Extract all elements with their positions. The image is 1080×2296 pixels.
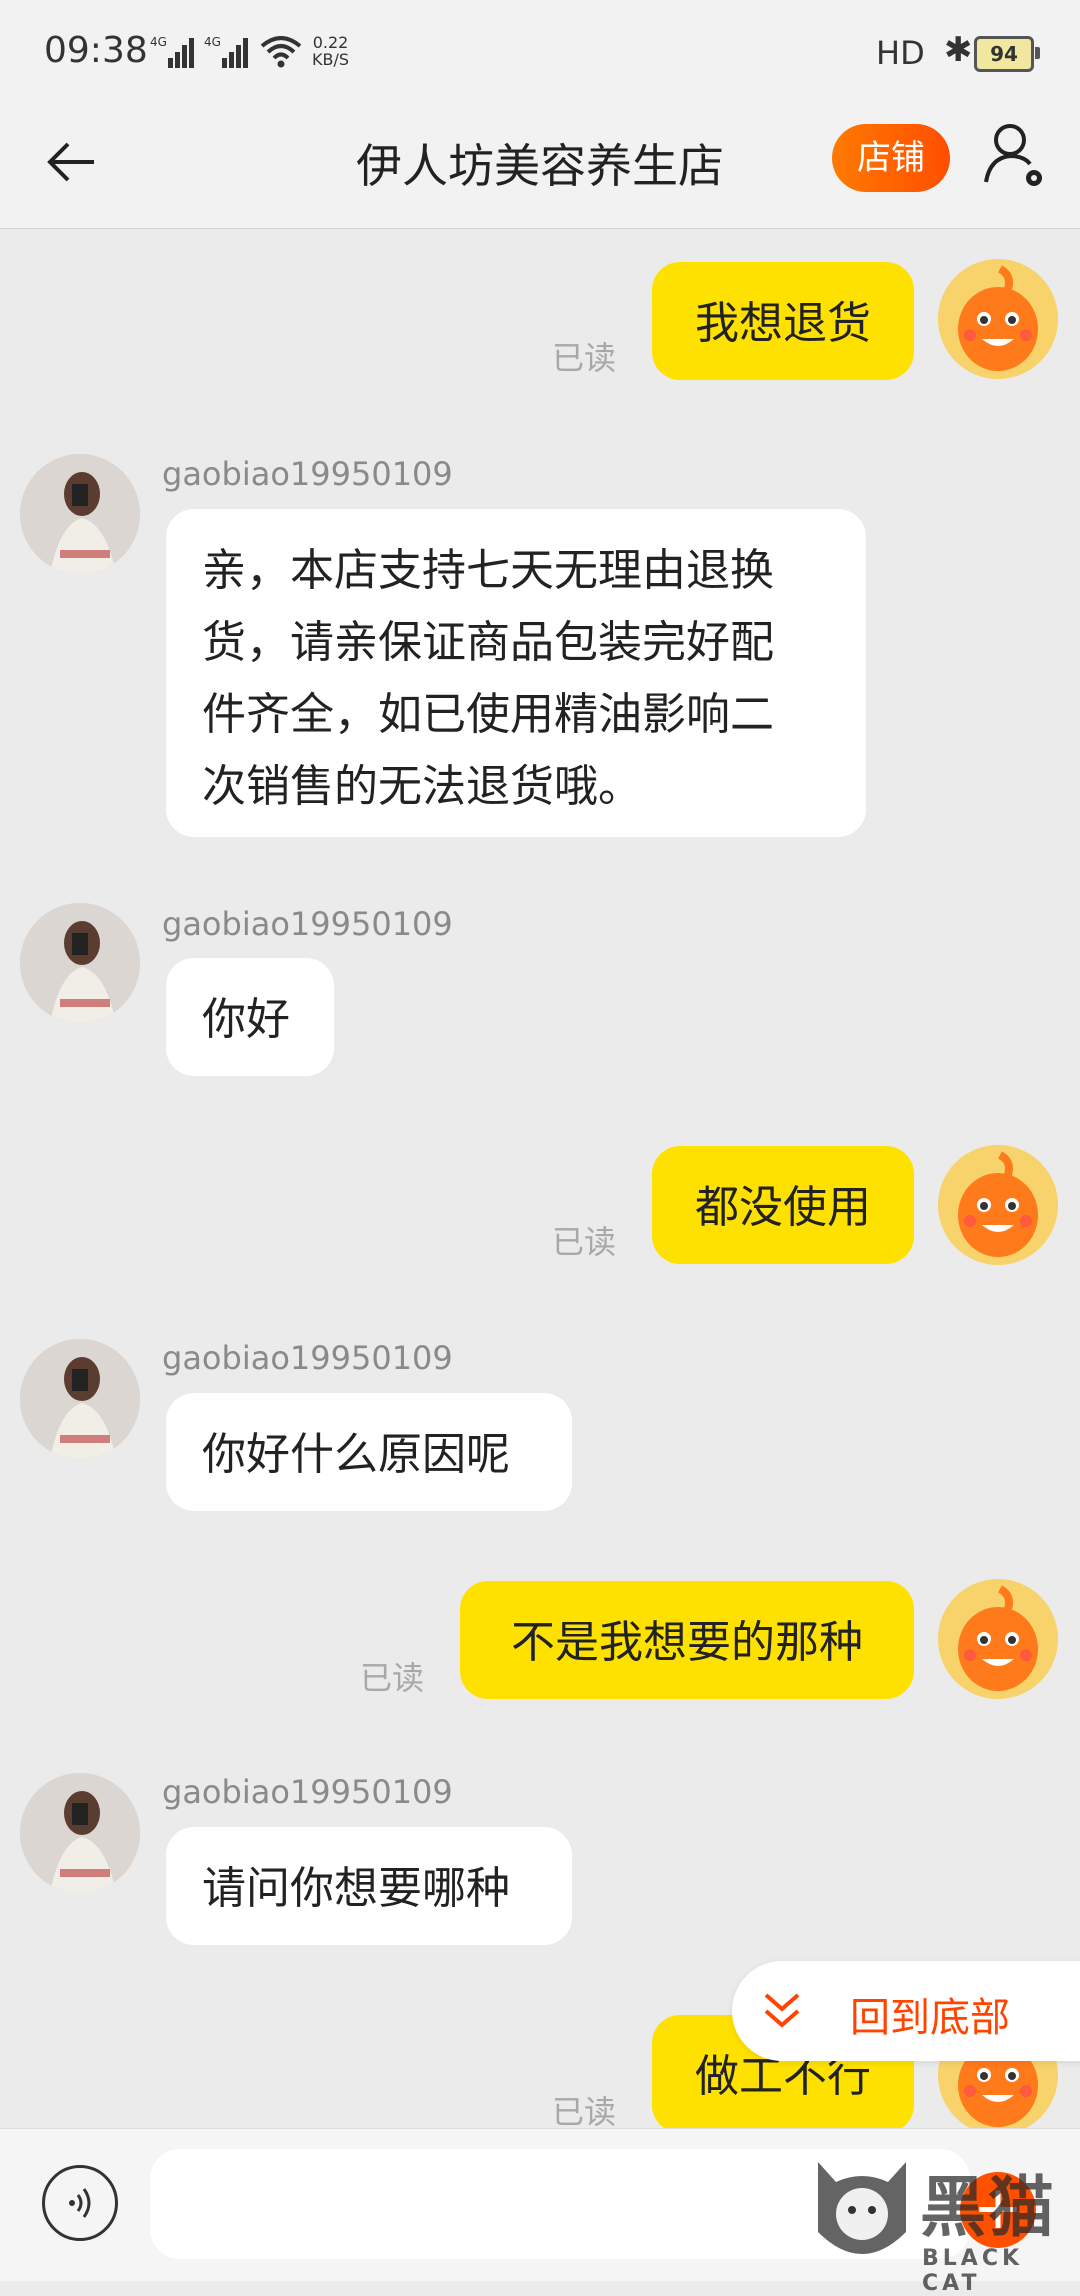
chat-area[interactable]: 我想退货 已读 gaobiao19950109 亲，本店支持七天无理由退换 货，… — [0, 229, 1080, 2135]
seller-avatar[interactable] — [20, 1339, 140, 1459]
svg-text:4G: 4G — [204, 35, 221, 49]
message-input[interactable] — [150, 2149, 970, 2259]
message-bubble-seller[interactable]: 你好什么原因呢 — [166, 1393, 572, 1511]
mascot-icon — [938, 259, 1058, 379]
sender-name: gaobiao19950109 — [162, 1339, 453, 1377]
message-line: 亲，本店支持七天无理由退换 — [202, 545, 774, 596]
sender-name: gaobiao19950109 — [162, 905, 453, 943]
status-bar: 09:38 4G 4G 0.22 KB/S HD ✱ 94 — [0, 0, 1080, 100]
network-speed: 0.22 KB/S — [312, 33, 350, 69]
seller-photo — [20, 1773, 140, 1893]
wifi-icon — [260, 36, 302, 68]
message-line: 件齐全，如已使用精油影响二 — [202, 689, 774, 740]
seller-avatar[interactable] — [20, 454, 140, 574]
my-avatar[interactable] — [938, 1145, 1058, 1265]
sender-name: gaobiao19950109 — [162, 455, 453, 493]
battery-indicator: 94 — [974, 36, 1040, 72]
mascot-icon — [938, 1579, 1058, 1699]
user-settings-icon[interactable] — [984, 120, 1048, 192]
voice-button[interactable] — [42, 2165, 118, 2241]
seller-photo — [20, 454, 140, 574]
my-avatar[interactable] — [938, 259, 1058, 379]
seller-avatar[interactable] — [20, 903, 140, 1023]
message-line: 次销售的无法退货哦。 — [202, 761, 642, 812]
mascot-icon — [938, 1145, 1058, 1265]
message-bubble-seller[interactable]: 亲，本店支持七天无理由退换 货，请亲保证商品包装完好配 件齐全，如已使用精油影响… — [166, 509, 866, 837]
my-avatar[interactable] — [938, 1579, 1058, 1699]
message-bubble-seller[interactable]: 你好 — [166, 958, 334, 1076]
sender-name: gaobiao19950109 — [162, 1773, 453, 1811]
voice-icon — [69, 2188, 91, 2218]
message-bubble-mine[interactable]: 都没使用 — [652, 1146, 914, 1264]
bluetooth-icon: ✱ — [944, 30, 973, 70]
chat-header: 伊人坊美容养生店 店铺 — [0, 100, 1080, 229]
signal-icon: 4G — [150, 35, 194, 68]
back-to-bottom-label: 回到底部 — [850, 1995, 1010, 2041]
read-receipt: 已读 — [552, 1223, 617, 1261]
more-button[interactable]: + — [960, 2172, 1036, 2248]
double-chevron-down-icon — [764, 1993, 800, 2028]
read-receipt: 已读 — [552, 2093, 617, 2131]
status-time: 09:38 — [44, 30, 148, 71]
seller-photo — [20, 1339, 140, 1459]
input-bar — [0, 2128, 1080, 2281]
seller-photo — [20, 903, 140, 1023]
message-bubble-mine[interactable]: 不是我想要的那种 — [460, 1581, 914, 1699]
message-line: 货，请亲保证商品包装完好配 — [202, 617, 774, 668]
signal-icon: 4G — [204, 35, 248, 68]
seller-avatar[interactable] — [20, 1773, 140, 1893]
read-receipt: 已读 — [552, 339, 617, 377]
message-bubble-mine[interactable]: 我想退货 — [652, 262, 914, 380]
back-to-bottom-button[interactable]: 回到底部 — [732, 1961, 1080, 2061]
hd-indicator: HD — [876, 34, 925, 72]
store-button[interactable]: 店铺 — [832, 124, 950, 192]
svg-text:4G: 4G — [150, 35, 167, 49]
message-bubble-seller[interactable]: 请问你想要哪种 — [166, 1827, 572, 1945]
read-receipt: 已读 — [360, 1659, 425, 1697]
